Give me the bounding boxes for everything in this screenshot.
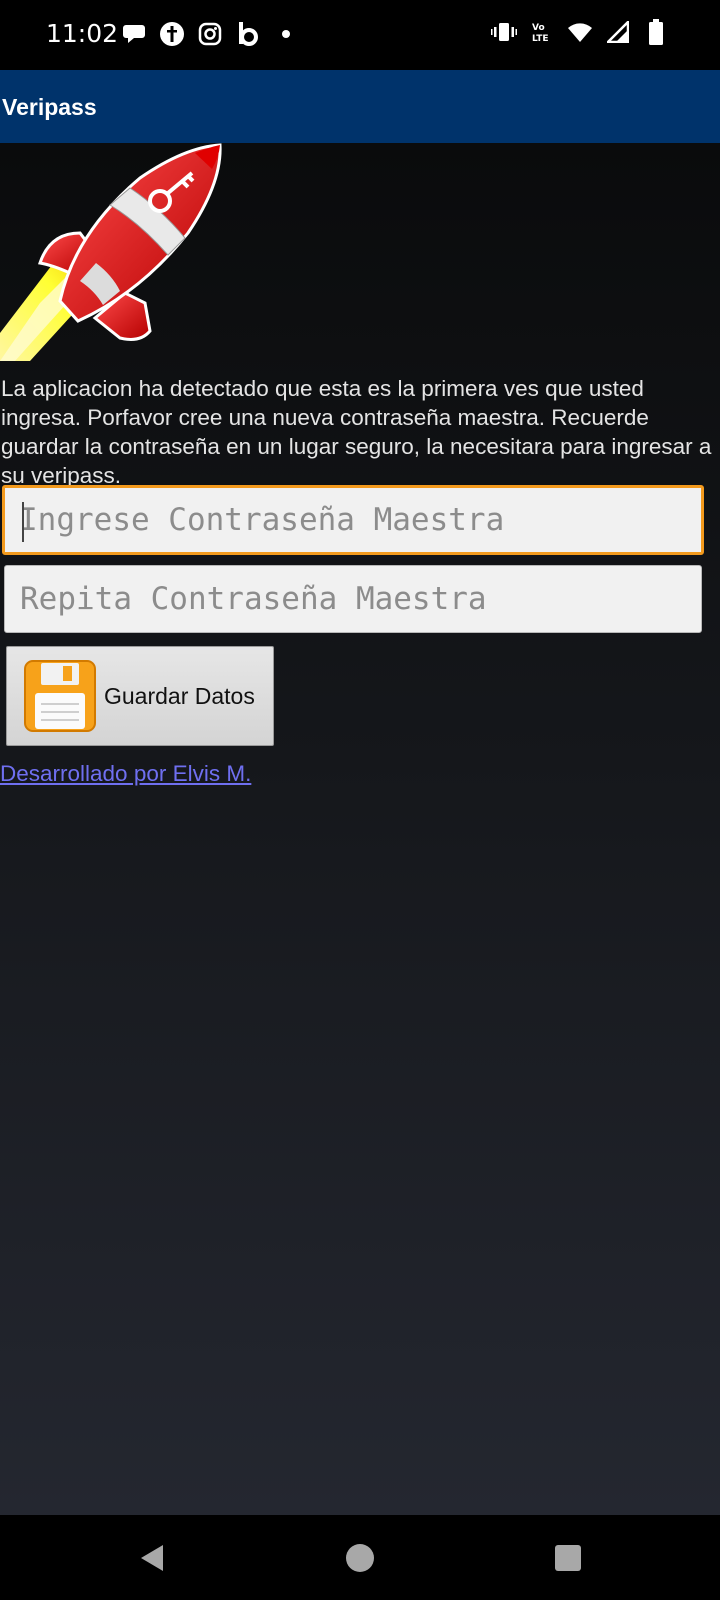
save-button-label: Guardar Datos — [104, 682, 255, 709]
notification-icons — [120, 20, 300, 48]
navigation-bar — [0, 1515, 720, 1600]
system-icons: Vo LTE — [490, 18, 670, 46]
master-password-placeholder: Ingrese Contraseña Maestra — [19, 502, 505, 538]
first-run-message: La aplicacion ha detectado que esta es l… — [1, 376, 712, 488]
rocket-key-icon — [0, 143, 225, 368]
beat-icon — [234, 20, 262, 48]
svg-text:LTE: LTE — [532, 34, 549, 44]
status-time: 11:02 — [46, 19, 119, 48]
status-bar: 11:02 Vo LTE — [0, 0, 720, 70]
vibrate-icon — [490, 18, 518, 46]
volte-icon: Vo LTE — [528, 18, 556, 46]
main-content: La aplicacion ha detectado que esta es l… — [0, 143, 720, 1515]
recents-icon[interactable] — [550, 1540, 586, 1576]
wifi-icon — [566, 18, 594, 46]
app-bar: Veripass — [0, 70, 720, 143]
chat-bubble-icon — [120, 20, 148, 48]
text-caret — [22, 502, 24, 542]
back-icon[interactable] — [134, 1540, 170, 1576]
signal-icon — [604, 18, 632, 46]
battery-icon — [642, 18, 670, 46]
svg-text:Vo: Vo — [532, 23, 545, 33]
instagram-icon — [196, 20, 224, 48]
messenger-icon — [158, 20, 186, 48]
dot-icon — [272, 20, 300, 48]
home-icon[interactable] — [342, 1540, 378, 1576]
app-title: Veripass — [2, 94, 97, 120]
save-data-button[interactable]: Guardar Datos — [6, 646, 274, 746]
floppy-disk-icon — [23, 659, 97, 733]
repeat-password-input[interactable]: Repita Contraseña Maestra — [4, 565, 702, 633]
master-password-input[interactable]: Ingrese Contraseña Maestra — [2, 485, 704, 555]
developer-credit-link[interactable]: Desarrollado por Elvis M. — [0, 761, 251, 787]
repeat-password-placeholder: Repita Contraseña Maestra — [20, 581, 487, 617]
